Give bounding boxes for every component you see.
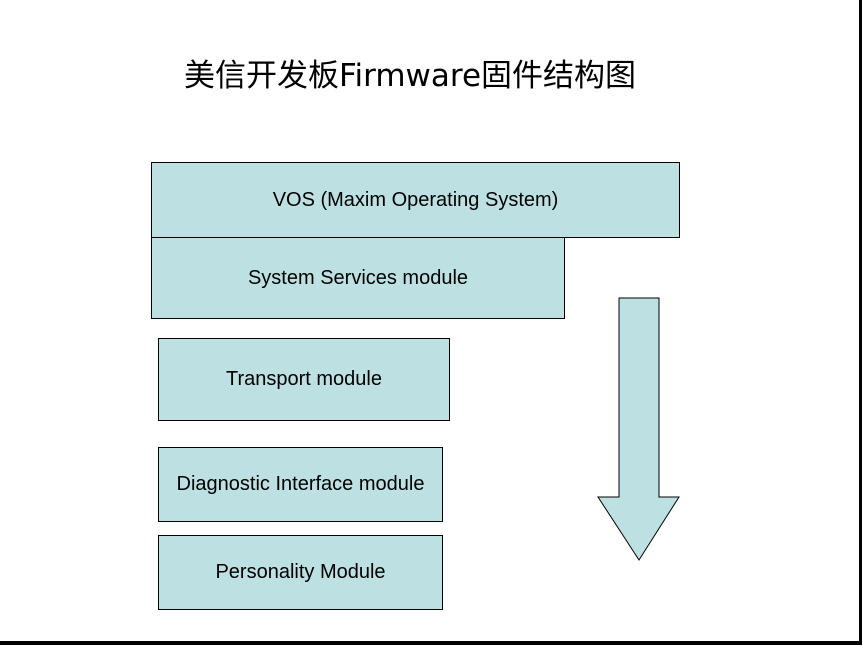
layer-transport: Transport module bbox=[158, 338, 450, 421]
layer-personality: Personality Module bbox=[158, 535, 443, 610]
down-arrow-icon bbox=[597, 297, 680, 561]
layer-system-services: System Services module bbox=[151, 237, 565, 319]
layer-system-services-label: System Services module bbox=[247, 266, 469, 289]
layer-transport-label: Transport module bbox=[226, 368, 382, 390]
slide: 美信开发板Firmware固件结构图 VOS (Maxim Operating … bbox=[0, 0, 862, 645]
layer-personality-label: Personality Module bbox=[215, 561, 386, 583]
diagram-title: 美信开发板Firmware固件结构图 bbox=[183, 58, 637, 94]
layer-vos-label: VOS (Maxim Operating System) bbox=[272, 188, 559, 211]
layer-diagnostic-interface: Diagnostic Interface module bbox=[158, 447, 443, 522]
down-arrow-shape bbox=[597, 297, 680, 561]
layer-vos: VOS (Maxim Operating System) bbox=[151, 162, 680, 238]
layer-diagnostic-interface-label: Diagnostic Interface module bbox=[176, 473, 425, 495]
